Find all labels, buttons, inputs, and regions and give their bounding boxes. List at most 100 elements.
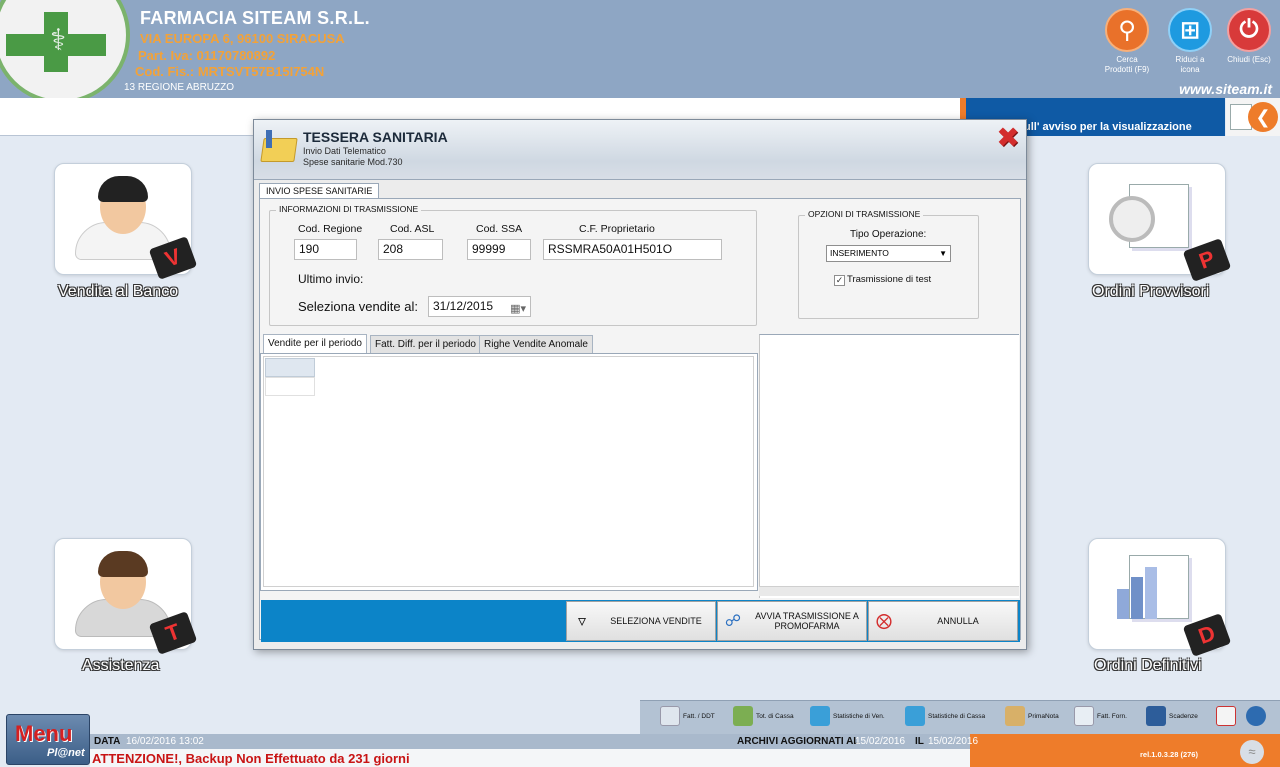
notice-icon[interactable]: ❮ bbox=[1226, 98, 1280, 136]
tab-sales-period[interactable]: Vendite per il periodo bbox=[263, 334, 367, 354]
quicklaunch-label: Tot. di Cassa bbox=[756, 712, 794, 720]
quicklaunch-label: Fatt. / DDT bbox=[683, 712, 715, 720]
close-icon[interactable]: ✖ bbox=[995, 124, 1021, 152]
select-sales-button-label: SELEZIONA VENDITE bbox=[610, 616, 702, 626]
close-app-button[interactable]: ⏻ Chiudi (Esc) bbox=[1224, 8, 1274, 65]
windows-icon: ⊞ bbox=[1168, 8, 1212, 52]
send-transmission-button[interactable]: ☍ AVVIA TRASMISSIONE A PROMOFARMA bbox=[717, 601, 867, 641]
select-sales-label: Seleziona vendite al: bbox=[298, 299, 418, 314]
archives-il-label: IL bbox=[915, 736, 924, 747]
last-send-label: Ultimo invio: bbox=[298, 272, 364, 286]
quicklaunch-cash-stats[interactable]: Statistiche di Cassa bbox=[905, 705, 985, 727]
quicklaunch-supplier-invoices[interactable]: Fatt. Forn. bbox=[1074, 705, 1127, 727]
sales-grid[interactable] bbox=[263, 356, 754, 587]
test-transmission-label: Trasmissione di test bbox=[847, 274, 932, 285]
operation-type-select[interactable]: INSERIMENTO ▼ bbox=[826, 245, 951, 262]
search-icon: ⚲ bbox=[1105, 8, 1149, 52]
quicklaunch-sales-stats[interactable]: Statistiche di Ven. bbox=[810, 705, 885, 727]
cancel-icon: ⨂ bbox=[876, 613, 892, 630]
select-sales-button[interactable]: ▿ SELEZIONA VENDITE bbox=[566, 601, 716, 641]
pharmacy-vat: Part. Iva: 01170780892 bbox=[138, 48, 276, 63]
chevron-down-icon: ▼ bbox=[939, 249, 947, 258]
select-sales-date-picker[interactable]: 31/12/2015 ▦▾ bbox=[428, 296, 531, 317]
search-products-label: Cerca Prodotti (F9) bbox=[1104, 55, 1150, 74]
calendar-button[interactable] bbox=[1216, 705, 1239, 727]
wifi-icon[interactable]: ≈ bbox=[1240, 740, 1264, 764]
bar-chart-icon bbox=[1117, 589, 1129, 619]
quicklaunch-label: PrimaNota bbox=[1028, 712, 1059, 720]
site-url[interactable]: www.siteam.it bbox=[1179, 81, 1272, 97]
operation-type-label: Tipo Operazione: bbox=[850, 229, 927, 240]
clock-icon bbox=[1109, 196, 1155, 242]
pharmacy-address: VIA EUROPA 6, 96100 SIRACUSA bbox=[140, 31, 345, 46]
chart-icon bbox=[810, 706, 830, 726]
chart-icon bbox=[905, 706, 925, 726]
tile-support-label[interactable]: Assistenza bbox=[82, 657, 159, 675]
cod-regione-field[interactable]: 190 bbox=[294, 239, 357, 260]
tile-sales[interactable]: V bbox=[54, 163, 198, 280]
release-version: rel.1.0.3.28 (276) bbox=[1140, 750, 1198, 759]
network-button[interactable] bbox=[1246, 705, 1269, 727]
dialog-subtitle: Invio Dati Telematico bbox=[303, 146, 386, 156]
pharmacy-logo: ⚕ bbox=[0, 0, 130, 104]
quicklaunch-label: Statistiche di Ven. bbox=[833, 712, 885, 720]
cod-asl-field[interactable]: 208 bbox=[378, 239, 443, 260]
tile-definitive-label[interactable]: Ordini Definitivi bbox=[1094, 657, 1202, 675]
date-value: 16/02/2016 13:02 bbox=[126, 736, 204, 747]
tab-deferred-invoices[interactable]: Fatt. Diff. per il periodo bbox=[370, 335, 481, 353]
tab-send-health-expenses[interactable]: INVIO SPESE SANITARIE bbox=[259, 183, 380, 199]
quicklaunch-prima-nota[interactable]: PrimaNota bbox=[1005, 705, 1059, 727]
cod-asl-label: Cod. ASL bbox=[390, 223, 435, 235]
tile-sales-label[interactable]: Vendita al Banco bbox=[58, 283, 178, 301]
horizontal-scrollbar[interactable] bbox=[759, 586, 1019, 596]
arrow-left-icon: ❮ bbox=[1248, 102, 1278, 132]
cancel-button-label: ANNULLA bbox=[937, 616, 979, 626]
minimize-button[interactable]: ⊞ Riduci a icona bbox=[1165, 8, 1215, 75]
tile-support[interactable]: T bbox=[54, 538, 198, 655]
status-accent bbox=[970, 734, 1280, 767]
quicklaunch-label: Statistiche di Cassa bbox=[928, 712, 986, 720]
quicklaunch-cash-total[interactable]: Tot. di Cassa bbox=[733, 705, 794, 727]
operation-type-value: INSERIMENTO bbox=[830, 248, 889, 258]
invoice-icon bbox=[1074, 706, 1094, 726]
tab-anomalous-sales[interactable]: Righe Vendite Anomale bbox=[479, 335, 593, 353]
details-panel bbox=[759, 334, 1019, 598]
quicklaunch-label: Scadenze bbox=[1169, 712, 1198, 720]
archives-label: ARCHIVI AGGIORNATI AL bbox=[737, 736, 860, 747]
tile-provisional-orders[interactable]: P bbox=[1088, 163, 1232, 282]
globe-icon bbox=[1246, 706, 1266, 726]
folder-icon bbox=[260, 130, 298, 162]
tile-provisional-label[interactable]: Ordini Provvisori bbox=[1092, 283, 1209, 301]
pharmacy-fiscal-code: Cod. Fis.: MRTSVT57B15I754N bbox=[135, 64, 325, 79]
cf-owner-label: C.F. Proprietario bbox=[579, 223, 655, 235]
main-menu-button[interactable]: Menu Pl@net bbox=[6, 714, 90, 765]
calendar-icon bbox=[1216, 706, 1236, 726]
quicklaunch-deadlines[interactable]: Scadenze bbox=[1146, 705, 1198, 727]
select-sales-date: 31/12/2015 bbox=[433, 299, 494, 313]
cf-owner-field[interactable]: RSSMRA50A01H501O bbox=[543, 239, 722, 260]
archives-date: 15/02/2016 bbox=[928, 736, 979, 747]
close-app-label: Chiudi (Esc) bbox=[1227, 55, 1271, 64]
date-label: DATA bbox=[94, 736, 121, 747]
calendar-icon[interactable]: ▦▾ bbox=[510, 300, 526, 319]
search-products-button[interactable]: ⚲ Cerca Prodotti (F9) bbox=[1102, 8, 1152, 75]
grid-row[interactable] bbox=[265, 377, 315, 396]
test-transmission-checkbox[interactable]: ✓ bbox=[834, 275, 845, 286]
network-icon: ☍ bbox=[724, 613, 742, 630]
quicklaunch-label: Fatt. Forn. bbox=[1097, 712, 1127, 720]
sales-period-panel bbox=[260, 353, 758, 591]
menu-label: Menu bbox=[15, 721, 73, 746]
quicklaunch-invoices[interactable]: Fatt. / DDT bbox=[660, 705, 715, 727]
cod-ssa-field[interactable]: 99999 bbox=[467, 239, 531, 260]
dialog-header: TESSERA SANITARIA Invio Dati Telematico … bbox=[254, 120, 1026, 180]
menu-sublabel: Pl@net bbox=[47, 747, 85, 759]
cancel-button[interactable]: ⨂ ANNULLA bbox=[868, 601, 1018, 641]
dialog-title: TESSERA SANITARIA bbox=[303, 129, 448, 145]
cash-register-icon bbox=[733, 706, 753, 726]
tile-definitive-orders[interactable]: D bbox=[1088, 538, 1232, 657]
cod-ssa-label: Cod. SSA bbox=[476, 223, 523, 235]
deadline-icon bbox=[1146, 706, 1166, 726]
notebook-icon bbox=[1005, 706, 1025, 726]
tile-definitive-badge: D bbox=[1182, 613, 1232, 657]
backup-warning: ATTENZIONE!, Backup Non Effettuato da 23… bbox=[92, 751, 410, 766]
